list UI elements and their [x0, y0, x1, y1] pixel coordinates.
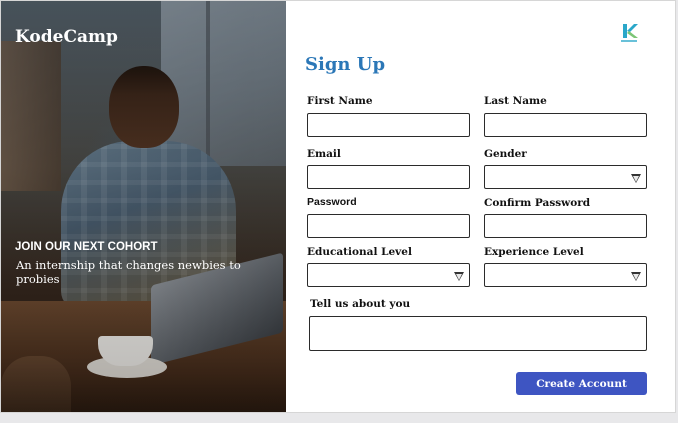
- about-label: Tell us about you: [310, 298, 411, 310]
- about-textarea[interactable]: [309, 316, 647, 351]
- first-name-label: First Name: [307, 95, 373, 107]
- hero-image: KodeCamp JOIN OUR NEXT COHORT An interns…: [1, 1, 286, 412]
- chevron-down-icon: [631, 174, 641, 183]
- hero-overlay: [1, 1, 286, 412]
- email-label: Email: [307, 148, 341, 160]
- gender-select[interactable]: [484, 165, 647, 189]
- last-name-label: Last Name: [484, 95, 547, 107]
- brand-name: KodeCamp: [15, 27, 118, 47]
- hero-tagline: An internship that changes newbies to pr…: [16, 258, 241, 286]
- cohort-heading: JOIN OUR NEXT COHORT: [15, 241, 158, 253]
- chevron-down-icon: [631, 272, 641, 281]
- education-level-select[interactable]: [307, 263, 470, 287]
- signup-page: KodeCamp JOIN OUR NEXT COHORT An interns…: [0, 0, 676, 413]
- gender-label: Gender: [484, 148, 527, 160]
- password-input[interactable]: [307, 214, 470, 238]
- last-name-input[interactable]: [484, 113, 647, 137]
- experience-level-select[interactable]: [484, 263, 647, 287]
- experience-level-label: Experience Level: [484, 246, 584, 258]
- education-level-label: Educational Level: [307, 246, 412, 258]
- bottom-edge: [0, 413, 678, 423]
- confirm-password-input[interactable]: [484, 214, 647, 238]
- page-title: Sign Up: [305, 54, 386, 75]
- create-account-button[interactable]: Create Account: [516, 372, 647, 395]
- chevron-down-icon: [454, 272, 464, 281]
- confirm-password-label: Confirm Password: [484, 197, 591, 209]
- password-label: Password: [307, 196, 357, 208]
- kodecamp-logo-icon: [621, 24, 638, 42]
- first-name-input[interactable]: [307, 113, 470, 137]
- email-input[interactable]: [307, 165, 470, 189]
